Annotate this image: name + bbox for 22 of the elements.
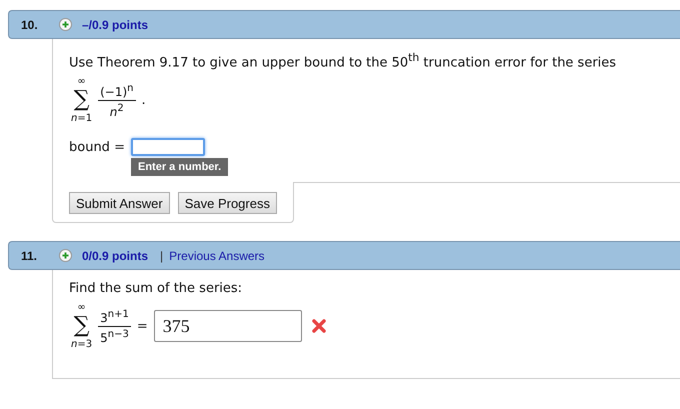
question-text: Use Theorem 9.17 to give an upper bound to the 50$^{th}$ truncation error for the series xyxy=(69,50,618,72)
question-number: 10. xyxy=(21,18,39,32)
points-label: 0/0.9 points xyxy=(82,248,148,263)
summation-formula: ∞ ∑ n=3 xyxy=(71,302,92,350)
period: . xyxy=(142,92,146,108)
equals-sign: = xyxy=(136,318,148,334)
previous-answers-link[interactable]: Previous Answers xyxy=(169,248,265,263)
separator: | xyxy=(160,248,164,263)
fraction: (−1)$^{n}$ n$^{2}$ xyxy=(98,80,136,120)
answer-field[interactable]: 375 xyxy=(154,310,302,342)
answer-field[interactable] xyxy=(130,138,205,156)
hint-tooltip: Enter a number. xyxy=(131,158,228,176)
save-button[interactable]: Save Progress xyxy=(178,192,277,214)
answer-label: bound = xyxy=(69,140,125,155)
question-number: 11. xyxy=(21,248,38,263)
question-text: Find the sum of the series: xyxy=(69,280,244,298)
fraction: 3$^{n+1}$ 5$^{n−3}$ xyxy=(98,306,131,346)
plus-icon[interactable] xyxy=(59,249,72,262)
submit-button[interactable]: Submit Answer xyxy=(69,192,170,214)
plus-icon[interactable] xyxy=(59,18,72,31)
points-label: –/0.9 points xyxy=(82,18,148,32)
summation-formula: ∞ ∑ n=1 xyxy=(71,76,92,124)
